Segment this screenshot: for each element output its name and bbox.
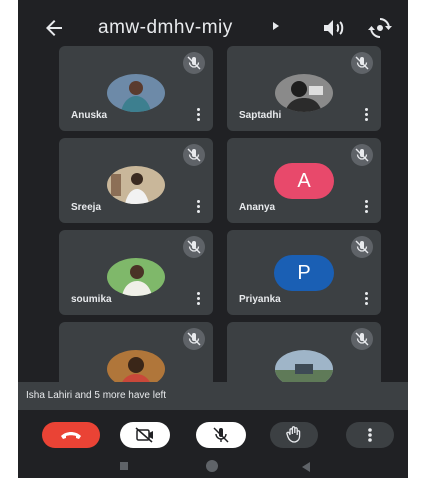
more-vert-icon[interactable] xyxy=(197,108,201,122)
participant-tile[interactable]: P Priyanka xyxy=(227,230,381,315)
camera-off-icon xyxy=(135,427,153,443)
system-navigation-bar xyxy=(18,456,408,478)
more-vert-icon[interactable] xyxy=(197,200,201,214)
more-vert-icon[interactable] xyxy=(365,292,369,306)
mic-muted-icon xyxy=(183,52,205,74)
more-vert-icon[interactable] xyxy=(365,200,369,214)
home-button[interactable] xyxy=(206,460,218,472)
more-options-button[interactable] xyxy=(346,422,394,448)
meeting-code[interactable]: amw-dmhv-miy xyxy=(98,16,233,40)
back-arrow-icon[interactable] xyxy=(42,16,66,40)
mic-muted-icon xyxy=(183,236,205,258)
more-vert-icon[interactable] xyxy=(197,292,201,306)
more-vert-icon[interactable] xyxy=(365,108,369,122)
participant-name: Anuska xyxy=(71,110,108,121)
switch-camera-icon[interactable] xyxy=(368,16,392,40)
mic-muted-icon xyxy=(351,144,373,166)
mic-muted-icon xyxy=(183,328,205,350)
end-call-button[interactable] xyxy=(42,422,100,448)
notification-text: Isha Lahiri and 5 more have left xyxy=(26,390,167,401)
mic-muted-icon xyxy=(183,144,205,166)
more-options-icon xyxy=(368,428,372,442)
mic-muted-icon xyxy=(351,328,373,350)
system-back-button[interactable] xyxy=(302,462,310,472)
participant-name: Sreeja xyxy=(71,202,102,213)
participant-tile[interactable]: soumika xyxy=(59,230,213,315)
notification-toast: Isha Lahiri and 5 more have left xyxy=(18,382,408,410)
mic-muted-icon xyxy=(351,236,373,258)
mic-toggle-button[interactable] xyxy=(196,422,246,448)
participant-name: Ananya xyxy=(239,202,276,213)
participant-tile[interactable]: Saptadhi xyxy=(227,46,381,131)
call-controls xyxy=(18,410,408,456)
speaker-icon[interactable] xyxy=(321,16,345,40)
recents-button[interactable] xyxy=(120,462,128,470)
participant-tile[interactable]: A Ananya xyxy=(227,138,381,223)
participant-photo xyxy=(107,258,165,296)
participant-photo xyxy=(107,166,165,204)
end-call-icon xyxy=(61,432,81,439)
participant-tile[interactable]: Sreeja xyxy=(59,138,213,223)
participant-name: Priyanka xyxy=(239,294,281,305)
participant-photo xyxy=(107,74,165,112)
participant-photo xyxy=(275,74,333,112)
raise-hand-icon xyxy=(286,426,301,443)
participant-name: Saptadhi xyxy=(239,110,282,121)
caret-right-icon[interactable] xyxy=(273,22,279,30)
participant-name: soumika xyxy=(71,294,112,305)
mic-off-icon xyxy=(213,427,229,443)
participant-tile[interactable]: Anuska xyxy=(59,46,213,131)
participant-initial-avatar: A xyxy=(274,163,334,199)
camera-toggle-button[interactable] xyxy=(120,422,170,448)
participant-initial-avatar: P xyxy=(274,255,334,291)
raise-hand-button[interactable] xyxy=(270,422,318,448)
mic-muted-icon xyxy=(351,52,373,74)
